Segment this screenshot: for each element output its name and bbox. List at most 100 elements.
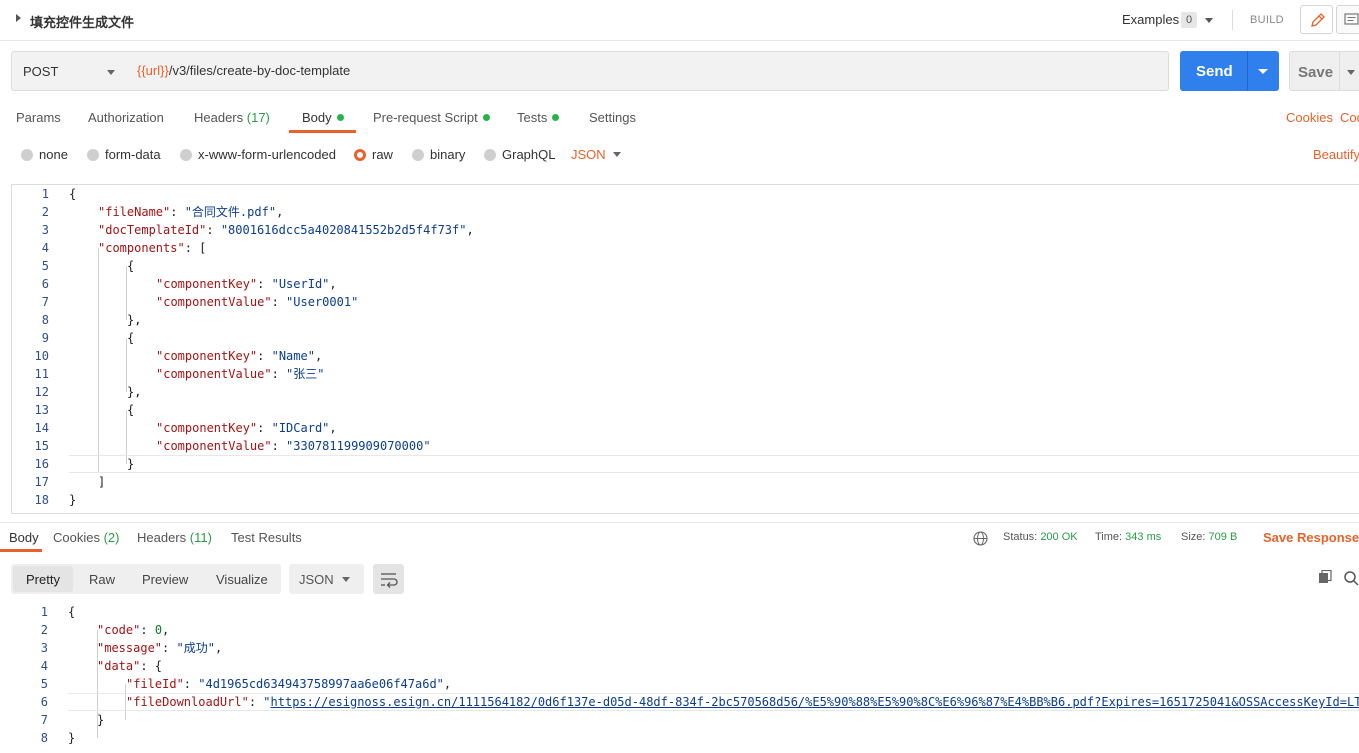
line-number: 2: [40, 623, 48, 637]
radio-label: raw: [372, 147, 393, 162]
view-visualize-button[interactable]: Visualize: [216, 572, 268, 587]
tab-headers[interactable]: Headers (17): [194, 110, 270, 125]
line-number: 7: [40, 713, 48, 727]
url-input[interactable]: {{url}}/v3/files/create-by-doc-template: [126, 51, 1169, 91]
radio-urlencoded[interactable]: x-www-form-urlencoded: [180, 147, 336, 162]
radio-checked-icon: [354, 149, 366, 161]
tab-body[interactable]: Body: [302, 110, 344, 125]
json-url-link[interactable]: https://esignoss.esign.cn/1111564182/0d6…: [271, 695, 1359, 709]
tab-settings[interactable]: Settings: [589, 110, 636, 125]
cookies-link[interactable]: Cookies: [1286, 110, 1333, 125]
line-number: 14: [34, 421, 49, 435]
response-tab-cookies-label: Cookies: [53, 530, 100, 545]
view-preview-button[interactable]: Preview: [142, 572, 188, 587]
search-icon[interactable]: [1343, 570, 1359, 586]
code-line: 18}: [12, 491, 1359, 509]
response-tab-test-results[interactable]: Test Results: [231, 530, 302, 545]
view-raw-button[interactable]: Raw: [89, 572, 115, 587]
method-select[interactable]: POST: [11, 51, 127, 91]
line-number: 11: [34, 367, 49, 381]
copy-icon[interactable]: [1318, 570, 1332, 584]
response-tab-headers[interactable]: Headers (11): [137, 530, 212, 545]
chevron-down-icon[interactable]: [613, 152, 621, 157]
chevron-down-icon[interactable]: [1205, 18, 1213, 23]
globe-icon[interactable]: [972, 530, 989, 547]
send-button[interactable]: Send: [1180, 51, 1279, 91]
save-response-button[interactable]: Save Response ▾: [1263, 530, 1359, 545]
json-string: "Name": [271, 349, 315, 363]
radio-none[interactable]: none: [21, 147, 68, 162]
code-line: 7}: [11, 711, 1359, 729]
save-button[interactable]: Save: [1289, 51, 1359, 91]
radio-graphql[interactable]: GraphQL: [484, 147, 555, 162]
code-line: 17]: [12, 473, 1359, 491]
build-mode-label[interactable]: BUILD: [1250, 14, 1284, 26]
json-punctuation: ,: [162, 623, 170, 637]
line-number: 8: [40, 731, 48, 745]
code-text: "fileDownloadUrl": "https://esignoss.esi…: [126, 693, 1359, 711]
edit-button[interactable]: [1300, 5, 1333, 34]
json-punctuation: }: [68, 731, 76, 745]
json-punctuation: },: [127, 385, 142, 399]
json-string: "张三": [286, 367, 325, 381]
response-format-select[interactable]: JSON: [289, 564, 364, 594]
save-response-label: Save Response: [1263, 530, 1359, 545]
tab-tests[interactable]: Tests: [517, 110, 560, 125]
json-key: "componentKey": [156, 421, 258, 435]
save-options-chevron-icon[interactable]: [1347, 70, 1355, 75]
code-text: "componentValue": "张三": [156, 365, 325, 383]
wrap-lines-icon: [381, 573, 398, 588]
send-options-chevron-icon[interactable]: [1258, 69, 1268, 74]
beautify-link[interactable]: Beautify: [1313, 147, 1359, 162]
expand-caret-icon[interactable]: [16, 14, 21, 22]
json-string: "User0001": [286, 295, 359, 309]
url-path: /v3/files/create-by-doc-template: [168, 63, 351, 78]
tab-authorization[interactable]: Authorization: [88, 110, 164, 125]
examples-dropdown[interactable]: Examples: [1122, 12, 1179, 27]
json-key: "message": [97, 641, 163, 655]
chevron-down-icon: [342, 577, 350, 582]
json-key: "fileId": [126, 677, 184, 691]
radio-binary[interactable]: binary: [412, 147, 465, 162]
radio-raw[interactable]: raw: [354, 147, 393, 162]
request-name[interactable]: 填充控件生成文件: [30, 12, 134, 31]
json-punctuation: :: [248, 695, 264, 709]
wrap-lines-button[interactable]: [373, 564, 404, 594]
code-line: 1{: [11, 603, 1359, 621]
response-tab-body[interactable]: Body: [9, 530, 39, 545]
line-number: 10: [34, 349, 49, 363]
radio-label: form-data: [105, 147, 161, 162]
json-key: "fileDownloadUrl": [126, 695, 249, 709]
radio-circle-icon: [87, 149, 99, 161]
tab-params[interactable]: Params: [16, 110, 61, 125]
json-punctuation: }: [69, 493, 77, 507]
code-text: "code": 0,: [97, 621, 169, 639]
code-line: 13 {: [12, 401, 1359, 419]
json-string: "4d1965cd634943758997aa6e06f47a6d": [198, 677, 444, 691]
response-body-viewer[interactable]: 1{2 "code": 0, 3 "message": "成功", 4 "data": {…: [11, 603, 1359, 753]
code-link[interactable]: Code: [1340, 110, 1359, 125]
json-key: "componentKey": [156, 277, 258, 291]
code-line: 8},: [12, 311, 1359, 329]
json-key: "data": [97, 659, 141, 673]
code-text: {: [127, 257, 134, 275]
code-line: 4 "data": {: [11, 657, 1359, 675]
code-line: 3 "docTemplateId": "8001616dcc5a402084155…: [12, 221, 1359, 239]
request-body-editor[interactable]: 1{2 "fileName": "合同文件.pdf", 3 "docTemplateI…: [11, 184, 1359, 514]
response-tab-headers-label: Headers: [137, 530, 187, 545]
code-text: },: [127, 383, 141, 401]
time-value: 343 ms: [1125, 531, 1162, 543]
body-format-select[interactable]: JSON: [571, 147, 606, 162]
view-pretty-button[interactable]: Pretty: [26, 572, 60, 587]
response-tab-cookies[interactable]: Cookies (2): [53, 530, 119, 545]
tab-prerequest-script[interactable]: Pre-request Script: [373, 110, 490, 125]
json-punctuation: :: [206, 223, 221, 237]
json-punctuation: {: [127, 259, 135, 273]
code-text: "fileName": "合同文件.pdf",: [98, 203, 283, 221]
code-text: "fileId": "4d1965cd634943758997aa6e06f47…: [126, 675, 451, 693]
comments-button[interactable]: [1336, 5, 1359, 34]
code-text: }: [127, 455, 134, 473]
chevron-down-icon: [107, 70, 115, 75]
code-line: 15 "componentValue": "330781199909070000": [12, 437, 1359, 455]
radio-form-data[interactable]: form-data: [87, 147, 161, 162]
